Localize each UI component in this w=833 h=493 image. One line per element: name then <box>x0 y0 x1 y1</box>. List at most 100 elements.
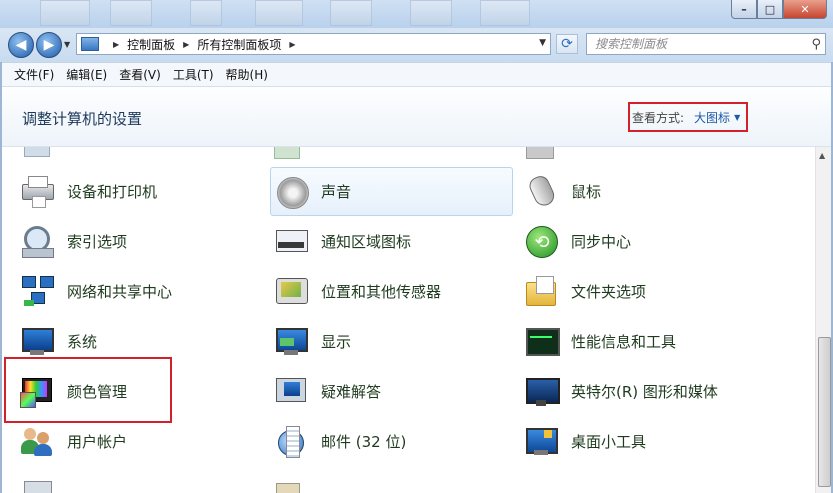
search-icon[interactable]: ⚲ <box>811 35 821 55</box>
item-troubleshooting[interactable]: 疑难解答 <box>254 368 504 414</box>
item-sync-center[interactable]: ⟲ 同步中心 <box>504 218 804 264</box>
forward-button[interactable]: ▶ <box>36 32 62 58</box>
item-notification-area-icons[interactable]: 通知区域图标 <box>254 218 504 264</box>
page-title: 调整计算机的设置 <box>22 110 143 128</box>
search-input[interactable]: 搜索控制面板 ⚲ <box>586 33 826 55</box>
dropdown-arrow-icon[interactable]: ▼ <box>734 113 740 122</box>
recent-pages-dropdown-icon[interactable]: ▼ <box>64 40 70 49</box>
partial-icon <box>274 147 300 159</box>
address-dropdown-icon[interactable]: ▼ <box>539 38 546 48</box>
item-label: 用户帐户 <box>67 432 128 451</box>
item-label: 邮件 (32 位) <box>321 432 407 451</box>
item-label: 同步中心 <box>571 232 632 251</box>
notification-area-icon <box>274 224 308 258</box>
refresh-button[interactable]: ⟳ <box>556 34 578 54</box>
users-icon <box>20 424 54 458</box>
taskbar-thumbnail <box>110 0 152 26</box>
item-label: 英特尔(R) 图形和媒体 <box>571 382 718 401</box>
item-display[interactable]: 显示 <box>254 318 504 364</box>
view-by-label: 查看方式: <box>632 110 685 125</box>
item-mouse[interactable]: 鼠标 <box>504 168 804 214</box>
troubleshooting-icon <box>274 374 308 408</box>
item-user-accounts[interactable]: 用户帐户 <box>0 418 250 464</box>
speaker-icon <box>275 175 309 209</box>
item-sound[interactable]: 声音 <box>270 167 513 216</box>
partial-icon <box>24 147 50 157</box>
item-mail-32bit[interactable]: 邮件 (32 位) <box>254 418 504 464</box>
taskbar-thumbnail <box>40 0 90 26</box>
item-label: 系统 <box>67 332 98 351</box>
sensor-icon <box>274 274 308 308</box>
item-label: 疑难解答 <box>321 382 382 401</box>
menu-help[interactable]: 帮助(H) <box>226 66 268 83</box>
close-button[interactable]: ✕ <box>783 0 827 19</box>
highlight-box <box>4 357 172 423</box>
control-panel-icon <box>81 37 99 51</box>
chevron-right-icon[interactable]: ▶ <box>183 40 189 49</box>
folder-icon <box>524 274 558 308</box>
mouse-icon <box>524 173 558 209</box>
partial-icon <box>276 483 300 493</box>
item-label: 文件夹选项 <box>571 282 647 301</box>
title-bar: – □ ✕ <box>0 0 833 28</box>
partial-icon <box>526 147 554 159</box>
window-controls: – □ ✕ <box>731 0 827 19</box>
taskbar-thumbnail <box>330 0 372 26</box>
view-by-value[interactable]: 大图标 <box>694 109 730 126</box>
scroll-up-icon[interactable]: ▲ <box>819 151 825 160</box>
item-label: 设备和打印机 <box>67 182 158 201</box>
sync-icon: ⟲ <box>524 224 558 258</box>
item-desktop-gadgets[interactable]: 桌面小工具 <box>504 418 804 464</box>
item-intel-graphics-media[interactable]: 英特尔(R) 图形和媒体 <box>504 368 804 414</box>
menu-tools[interactable]: 工具(T) <box>173 66 214 83</box>
taskbar-thumbnail <box>190 0 222 26</box>
mail-icon <box>274 424 308 458</box>
search-placeholder: 搜索控制面板 <box>595 37 668 51</box>
item-label: 网络和共享中心 <box>67 282 173 301</box>
menu-view[interactable]: 查看(V) <box>119 66 161 83</box>
item-devices-and-printers[interactable]: 设备和打印机 <box>0 168 250 214</box>
item-folder-options[interactable]: 文件夹选项 <box>504 268 804 314</box>
taskbar-thumbnail <box>410 0 452 26</box>
menu-file[interactable]: 文件(F) <box>14 66 54 83</box>
menu-edit[interactable]: 编辑(E) <box>66 66 107 83</box>
item-label: 桌面小工具 <box>571 432 647 451</box>
network-icon <box>20 274 54 308</box>
computer-icon <box>20 324 54 358</box>
page-header: 调整计算机的设置 查看方式: 大图标 ▼ <box>0 87 833 147</box>
partial-icon <box>24 481 52 493</box>
item-label: 通知区域图标 <box>321 232 412 251</box>
performance-icon <box>524 324 560 358</box>
item-label: 声音 <box>321 183 352 201</box>
chevron-right-icon[interactable]: ▶ <box>113 40 119 49</box>
item-label: 索引选项 <box>67 232 128 251</box>
scrollbar-thumb[interactable] <box>818 337 831 487</box>
display-icon <box>274 324 308 358</box>
item-label: 显示 <box>321 332 352 351</box>
item-indexing-options[interactable]: 索引选项 <box>0 218 250 264</box>
item-label: 性能信息和工具 <box>571 332 677 351</box>
item-location-and-sensors[interactable]: 位置和其他传感器 <box>254 268 504 314</box>
taskbar-thumbnail <box>255 0 303 26</box>
intel-graphics-icon <box>524 374 560 408</box>
printer-icon <box>20 174 54 208</box>
view-by-selector[interactable]: 查看方式: 大图标 ▼ <box>628 102 748 132</box>
item-network-and-sharing-center[interactable]: 网络和共享中心 <box>0 268 250 314</box>
magnifier-icon <box>20 224 54 258</box>
menu-bar: 文件(F) 编辑(E) 查看(V) 工具(T) 帮助(H) <box>0 62 833 87</box>
minimize-button[interactable]: – <box>731 0 757 19</box>
maximize-button[interactable]: □ <box>757 0 783 19</box>
item-label: 位置和其他传感器 <box>321 282 442 301</box>
control-panel-items: 设备和打印机 索引选项 网络和共享中心 系统 颜色管理 用户帐户 声音 通知区域… <box>0 147 815 493</box>
address-bar[interactable]: ▶ 控制面板 ▶ 所有控制面板项 ▶ ▼ <box>76 33 551 55</box>
item-label: 鼠标 <box>571 182 602 201</box>
back-button[interactable]: ◀ <box>8 32 34 58</box>
breadcrumb-control-panel[interactable]: 控制面板 <box>127 36 175 53</box>
taskbar-thumbnail <box>480 0 530 26</box>
gadgets-icon <box>524 424 558 458</box>
window-frame <box>0 62 2 493</box>
item-performance-info[interactable]: 性能信息和工具 <box>504 318 804 364</box>
chevron-right-icon[interactable]: ▶ <box>289 40 295 49</box>
breadcrumb-all-items[interactable]: 所有控制面板项 <box>197 36 281 53</box>
navigation-bar: ◀ ▶ ▼ ▶ 控制面板 ▶ 所有控制面板项 ▶ ▼ ⟳ 搜索控制面板 ⚲ <box>0 28 833 62</box>
